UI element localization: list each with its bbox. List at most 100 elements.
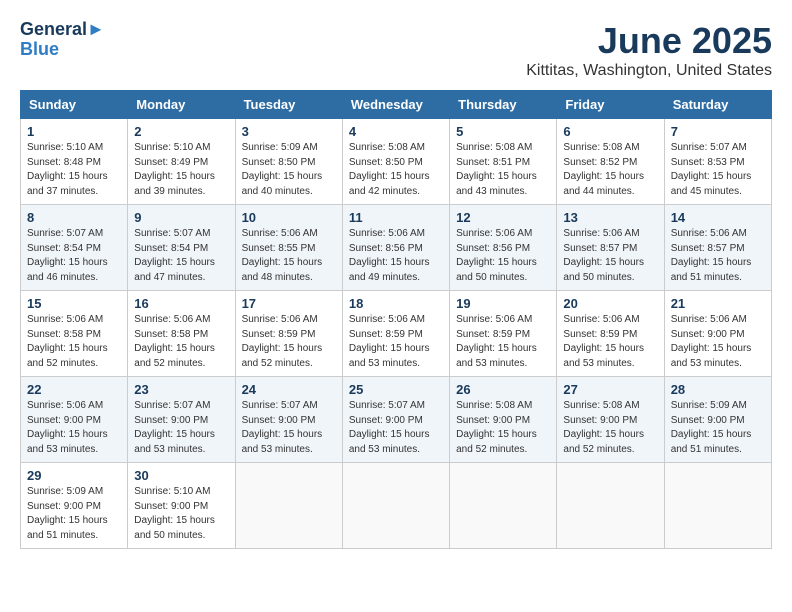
calendar-cell: 13 Sunrise: 5:06 AM Sunset: 8:57 PM Dayl… bbox=[557, 205, 664, 291]
calendar-cell: 22 Sunrise: 5:06 AM Sunset: 9:00 PM Dayl… bbox=[21, 377, 128, 463]
sunrise-label: Sunrise: 5:07 AM bbox=[349, 400, 425, 411]
sunrise-label: Sunrise: 5:10 AM bbox=[134, 142, 210, 153]
sunset-label: Sunset: 9:00 PM bbox=[456, 415, 530, 426]
sunrise-label: Sunrise: 5:08 AM bbox=[563, 142, 639, 153]
daylight-label: Daylight: 15 hours and 53 minutes. bbox=[671, 343, 752, 369]
sunset-label: Sunset: 8:59 PM bbox=[349, 329, 423, 340]
calendar-week-row: 15 Sunrise: 5:06 AM Sunset: 8:58 PM Dayl… bbox=[21, 291, 772, 377]
calendar-cell: 4 Sunrise: 5:08 AM Sunset: 8:50 PM Dayli… bbox=[342, 119, 449, 205]
day-number: 20 bbox=[563, 296, 657, 311]
location-title: Kittitas, Washington, United States bbox=[526, 62, 772, 80]
daylight-label: Daylight: 15 hours and 52 minutes. bbox=[27, 343, 108, 369]
sunrise-label: Sunrise: 5:06 AM bbox=[349, 228, 425, 239]
logo: General►Blue bbox=[20, 20, 105, 60]
day-info: Sunrise: 5:10 AM Sunset: 8:48 PM Dayligh… bbox=[27, 141, 121, 199]
daylight-label: Daylight: 15 hours and 53 minutes. bbox=[563, 343, 644, 369]
day-info: Sunrise: 5:07 AM Sunset: 8:54 PM Dayligh… bbox=[134, 227, 228, 285]
calendar-table: Sunday Monday Tuesday Wednesday Thursday… bbox=[20, 90, 772, 549]
month-title: June 2025 bbox=[526, 20, 772, 62]
day-number: 2 bbox=[134, 124, 228, 139]
calendar-cell: 14 Sunrise: 5:06 AM Sunset: 8:57 PM Dayl… bbox=[664, 205, 771, 291]
calendar-week-row: 8 Sunrise: 5:07 AM Sunset: 8:54 PM Dayli… bbox=[21, 205, 772, 291]
calendar-cell: 11 Sunrise: 5:06 AM Sunset: 8:56 PM Dayl… bbox=[342, 205, 449, 291]
title-block: June 2025 Kittitas, Washington, United S… bbox=[526, 20, 772, 80]
day-number: 3 bbox=[242, 124, 336, 139]
day-number: 1 bbox=[27, 124, 121, 139]
sunset-label: Sunset: 9:00 PM bbox=[27, 415, 101, 426]
header-tuesday: Tuesday bbox=[235, 91, 342, 119]
sunrise-label: Sunrise: 5:06 AM bbox=[563, 228, 639, 239]
day-number: 9 bbox=[134, 210, 228, 225]
calendar-cell: 15 Sunrise: 5:06 AM Sunset: 8:58 PM Dayl… bbox=[21, 291, 128, 377]
day-number: 15 bbox=[27, 296, 121, 311]
day-info: Sunrise: 5:06 AM Sunset: 8:57 PM Dayligh… bbox=[671, 227, 765, 285]
daylight-label: Daylight: 15 hours and 53 minutes. bbox=[456, 343, 537, 369]
sunset-label: Sunset: 9:00 PM bbox=[134, 501, 208, 512]
calendar-cell: 9 Sunrise: 5:07 AM Sunset: 8:54 PM Dayli… bbox=[128, 205, 235, 291]
calendar-cell: 29 Sunrise: 5:09 AM Sunset: 9:00 PM Dayl… bbox=[21, 463, 128, 549]
day-info: Sunrise: 5:07 AM Sunset: 8:54 PM Dayligh… bbox=[27, 227, 121, 285]
calendar-cell: 24 Sunrise: 5:07 AM Sunset: 9:00 PM Dayl… bbox=[235, 377, 342, 463]
sunset-label: Sunset: 8:56 PM bbox=[456, 243, 530, 254]
sunset-label: Sunset: 8:50 PM bbox=[349, 157, 423, 168]
day-number: 21 bbox=[671, 296, 765, 311]
header-wednesday: Wednesday bbox=[342, 91, 449, 119]
day-number: 16 bbox=[134, 296, 228, 311]
sunrise-label: Sunrise: 5:06 AM bbox=[242, 228, 318, 239]
sunset-label: Sunset: 8:48 PM bbox=[27, 157, 101, 168]
day-number: 25 bbox=[349, 382, 443, 397]
sunrise-label: Sunrise: 5:06 AM bbox=[456, 314, 532, 325]
sunrise-label: Sunrise: 5:06 AM bbox=[134, 314, 210, 325]
sunrise-label: Sunrise: 5:10 AM bbox=[134, 486, 210, 497]
calendar-cell: 12 Sunrise: 5:06 AM Sunset: 8:56 PM Dayl… bbox=[450, 205, 557, 291]
daylight-label: Daylight: 15 hours and 39 minutes. bbox=[134, 171, 215, 197]
sunset-label: Sunset: 8:50 PM bbox=[242, 157, 316, 168]
daylight-label: Daylight: 15 hours and 52 minutes. bbox=[563, 429, 644, 455]
daylight-label: Daylight: 15 hours and 50 minutes. bbox=[134, 515, 215, 541]
calendar-week-row: 22 Sunrise: 5:06 AM Sunset: 9:00 PM Dayl… bbox=[21, 377, 772, 463]
day-info: Sunrise: 5:06 AM Sunset: 8:58 PM Dayligh… bbox=[134, 313, 228, 371]
sunrise-label: Sunrise: 5:06 AM bbox=[242, 314, 318, 325]
day-info: Sunrise: 5:06 AM Sunset: 9:00 PM Dayligh… bbox=[27, 399, 121, 457]
calendar-cell: 3 Sunrise: 5:09 AM Sunset: 8:50 PM Dayli… bbox=[235, 119, 342, 205]
sunset-label: Sunset: 9:00 PM bbox=[134, 415, 208, 426]
header-friday: Friday bbox=[557, 91, 664, 119]
sunset-label: Sunset: 8:58 PM bbox=[134, 329, 208, 340]
sunset-label: Sunset: 8:53 PM bbox=[671, 157, 745, 168]
sunset-label: Sunset: 8:49 PM bbox=[134, 157, 208, 168]
sunset-label: Sunset: 8:54 PM bbox=[27, 243, 101, 254]
sunset-label: Sunset: 8:55 PM bbox=[242, 243, 316, 254]
sunrise-label: Sunrise: 5:08 AM bbox=[349, 142, 425, 153]
day-number: 13 bbox=[563, 210, 657, 225]
day-info: Sunrise: 5:08 AM Sunset: 9:00 PM Dayligh… bbox=[456, 399, 550, 457]
day-number: 22 bbox=[27, 382, 121, 397]
day-number: 14 bbox=[671, 210, 765, 225]
daylight-label: Daylight: 15 hours and 53 minutes. bbox=[134, 429, 215, 455]
sunset-label: Sunset: 8:58 PM bbox=[27, 329, 101, 340]
day-number: 28 bbox=[671, 382, 765, 397]
daylight-label: Daylight: 15 hours and 42 minutes. bbox=[349, 171, 430, 197]
calendar-cell: 16 Sunrise: 5:06 AM Sunset: 8:58 PM Dayl… bbox=[128, 291, 235, 377]
day-number: 8 bbox=[27, 210, 121, 225]
day-info: Sunrise: 5:06 AM Sunset: 9:00 PM Dayligh… bbox=[671, 313, 765, 371]
day-info: Sunrise: 5:06 AM Sunset: 8:59 PM Dayligh… bbox=[242, 313, 336, 371]
day-info: Sunrise: 5:06 AM Sunset: 8:55 PM Dayligh… bbox=[242, 227, 336, 285]
calendar-cell: 5 Sunrise: 5:08 AM Sunset: 8:51 PM Dayli… bbox=[450, 119, 557, 205]
day-info: Sunrise: 5:09 AM Sunset: 9:00 PM Dayligh… bbox=[671, 399, 765, 457]
header-saturday: Saturday bbox=[664, 91, 771, 119]
day-number: 26 bbox=[456, 382, 550, 397]
daylight-label: Daylight: 15 hours and 45 minutes. bbox=[671, 171, 752, 197]
daylight-label: Daylight: 15 hours and 52 minutes. bbox=[242, 343, 323, 369]
daylight-label: Daylight: 15 hours and 43 minutes. bbox=[456, 171, 537, 197]
calendar-cell: 1 Sunrise: 5:10 AM Sunset: 8:48 PM Dayli… bbox=[21, 119, 128, 205]
calendar-header-row: Sunday Monday Tuesday Wednesday Thursday… bbox=[21, 91, 772, 119]
page-header: General►Blue June 2025 Kittitas, Washing… bbox=[20, 20, 772, 80]
calendar-cell: 20 Sunrise: 5:06 AM Sunset: 8:59 PM Dayl… bbox=[557, 291, 664, 377]
day-info: Sunrise: 5:08 AM Sunset: 8:51 PM Dayligh… bbox=[456, 141, 550, 199]
calendar-cell bbox=[557, 463, 664, 549]
calendar-cell: 26 Sunrise: 5:08 AM Sunset: 9:00 PM Dayl… bbox=[450, 377, 557, 463]
sunrise-label: Sunrise: 5:07 AM bbox=[134, 228, 210, 239]
daylight-label: Daylight: 15 hours and 53 minutes. bbox=[349, 429, 430, 455]
daylight-label: Daylight: 15 hours and 53 minutes. bbox=[27, 429, 108, 455]
day-number: 29 bbox=[27, 468, 121, 483]
